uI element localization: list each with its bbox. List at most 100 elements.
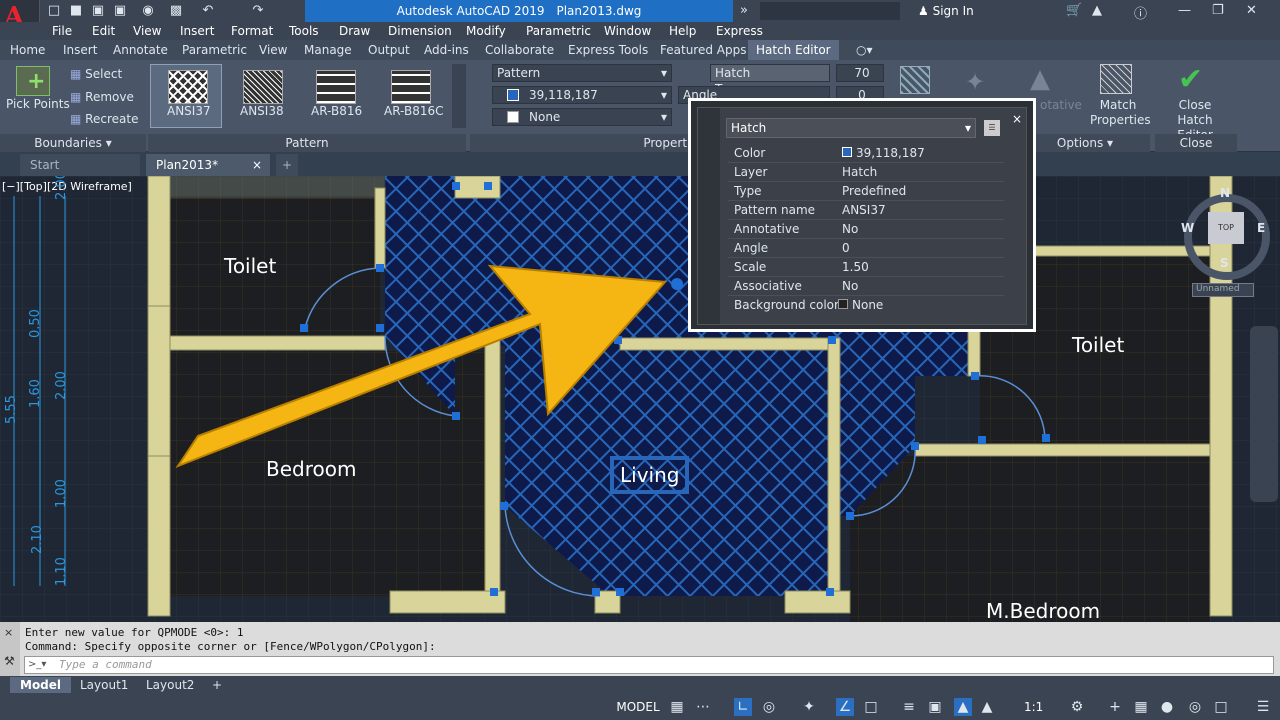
tab-home[interactable]: Home: [10, 40, 45, 60]
menu-format[interactable]: Format: [231, 22, 273, 40]
close-tab-icon[interactable]: ×: [252, 154, 262, 176]
pattern-arb816c-swatch[interactable]: [391, 70, 431, 104]
menu-view[interactable]: View: [133, 22, 161, 40]
match-properties-icon[interactable]: [1100, 64, 1132, 94]
menu-tools[interactable]: Tools: [289, 22, 319, 40]
property-value[interactable]: ANSI37: [842, 203, 886, 217]
plan-tab[interactable]: Plan2013* ×: [146, 154, 270, 176]
tab-parametric[interactable]: Parametric: [182, 40, 247, 60]
palette-grip[interactable]: [698, 108, 720, 324]
saveas-icon[interactable]: ▣: [112, 3, 128, 19]
menu-insert[interactable]: Insert: [180, 22, 214, 40]
property-value[interactable]: No: [842, 222, 858, 236]
compass-east[interactable]: E: [1257, 221, 1265, 235]
tab-view[interactable]: View: [259, 40, 287, 60]
layout1-tab[interactable]: Layout1: [70, 677, 138, 693]
transparency-value-input[interactable]: 70: [836, 64, 884, 82]
annotation-scale[interactable]: 1:1: [1024, 700, 1043, 714]
polar-icon[interactable]: ◎: [760, 698, 778, 716]
help-icon[interactable]: ⓘ: [1134, 3, 1147, 22]
tab-insert[interactable]: Insert: [63, 40, 97, 60]
pattern-scroll[interactable]: [452, 64, 466, 128]
new-icon[interactable]: □: [46, 3, 62, 19]
menu-express[interactable]: Express: [716, 22, 763, 40]
match-properties-button[interactable]: Match Properties: [1090, 98, 1151, 128]
viewcube-top-face[interactable]: TOP: [1208, 212, 1244, 244]
new-tab-icon[interactable]: +: [276, 154, 298, 176]
search-input[interactable]: [760, 2, 900, 20]
menu-edit[interactable]: Edit: [92, 22, 115, 40]
object-type-combo[interactable]: Hatch ▾: [726, 118, 976, 138]
model-tab[interactable]: Model: [10, 677, 72, 693]
menu-dimension[interactable]: Dimension: [388, 22, 452, 40]
pattern-ansi37-label[interactable]: ANSI37: [167, 104, 211, 118]
pattern-ansi38-label[interactable]: ANSI38: [240, 104, 284, 118]
auto-scale-icon[interactable]: ▲: [978, 698, 996, 716]
hardware-acceleration-icon[interactable]: ◎: [1186, 698, 1204, 716]
pick-points-icon[interactable]: +: [16, 66, 50, 96]
menu-file[interactable]: File: [52, 22, 72, 40]
redo-icon[interactable]: ↷: [250, 3, 266, 19]
recreate-button[interactable]: ▦ Recreate: [70, 112, 138, 126]
tab-output[interactable]: Output: [368, 40, 410, 60]
cart-icon[interactable]: 🛒: [1066, 3, 1082, 18]
save-icon[interactable]: ▣: [90, 3, 106, 19]
property-value[interactable]: No: [842, 279, 858, 293]
tab-express-tools[interactable]: Express Tools: [568, 40, 648, 60]
object-snap-icon[interactable]: □: [862, 698, 880, 716]
open-icon[interactable]: ■: [68, 3, 84, 19]
hatch-transparency-field[interactable]: Hatch Transparency: [710, 64, 830, 96]
tab-hatch-editor[interactable]: Hatch Editor: [748, 40, 839, 60]
tab-addins[interactable]: Add-ins: [424, 40, 469, 60]
tab-featured-apps[interactable]: Featured Apps: [660, 40, 746, 60]
navigation-bar[interactable]: [1250, 326, 1278, 502]
restore-icon[interactable]: ❐: [1212, 3, 1224, 18]
wcs-menu[interactable]: Unnamed: [1192, 283, 1254, 297]
compass-south[interactable]: S: [1220, 256, 1229, 270]
web-icon[interactable]: ◉: [140, 3, 156, 19]
object-snap-tracking-icon[interactable]: ∠: [836, 698, 854, 716]
units-icon[interactable]: ▦: [1132, 698, 1150, 716]
set-origin-icon[interactable]: [900, 66, 930, 94]
pattern-arb816-swatch[interactable]: [316, 70, 356, 104]
pattern-type-combo[interactable]: Pattern ▾: [492, 64, 672, 82]
background-color-combo[interactable]: None ▾: [492, 108, 672, 126]
menu-window[interactable]: Window: [604, 22, 651, 40]
command-input[interactable]: Type a command: [24, 656, 1274, 674]
pattern-arb816c-label[interactable]: AR-B816C: [384, 104, 443, 118]
pattern-ansi38-swatch[interactable]: [243, 70, 283, 104]
command-prompt-icon[interactable]: >_▾: [28, 659, 46, 670]
property-value[interactable]: None: [838, 298, 883, 312]
remove-button[interactable]: ▦ Remove: [70, 90, 134, 104]
property-value[interactable]: Predefined: [842, 184, 906, 198]
tab-collaborate[interactable]: Collaborate: [485, 40, 554, 60]
property-value[interactable]: 39,118,187: [842, 146, 925, 160]
undo-icon[interactable]: ↶: [200, 3, 216, 19]
start-tab[interactable]: Start: [20, 154, 140, 176]
lineweight-icon[interactable]: ≡: [900, 698, 918, 716]
drawing-area[interactable]: [−][Top][2D Wireframe] 2.00 0.50 1.60 2.…: [0, 176, 1280, 622]
transparency-icon[interactable]: ▣: [926, 698, 944, 716]
wrench-icon[interactable]: ⚒: [4, 654, 15, 668]
customize-icon[interactable]: ☰: [984, 120, 1000, 136]
close-icon[interactable]: ✕: [1246, 3, 1257, 18]
property-value[interactable]: 0: [842, 241, 850, 255]
tab-manage[interactable]: Manage: [304, 40, 352, 60]
close-icon[interactable]: ×: [1012, 112, 1022, 126]
menu-help[interactable]: Help: [669, 22, 696, 40]
boundaries-panel-title[interactable]: Boundaries ▾: [0, 134, 146, 152]
pick-points-button[interactable]: Pick Points: [6, 97, 70, 111]
ribbon-toggle-icon[interactable]: ○▾: [856, 40, 873, 60]
hatch-color-combo[interactable]: 39,118,187 ▾: [492, 86, 672, 104]
compass-north[interactable]: N: [1220, 186, 1230, 200]
plus-icon[interactable]: +: [1106, 698, 1124, 716]
customize-icon[interactable]: ☰: [1254, 698, 1272, 716]
options-panel-title[interactable]: Options ▾: [1020, 134, 1150, 152]
gear-icon[interactable]: ⚙: [1068, 698, 1086, 716]
plot-icon[interactable]: ▩: [168, 3, 184, 19]
annotation-visibility-icon[interactable]: ▲: [954, 698, 972, 716]
property-value[interactable]: Hatch: [842, 165, 877, 179]
clean-screen-icon[interactable]: □: [1212, 698, 1230, 716]
select-button[interactable]: ▦ Select: [70, 67, 122, 81]
sign-in-button[interactable]: ♟ Sign In: [918, 2, 1058, 20]
